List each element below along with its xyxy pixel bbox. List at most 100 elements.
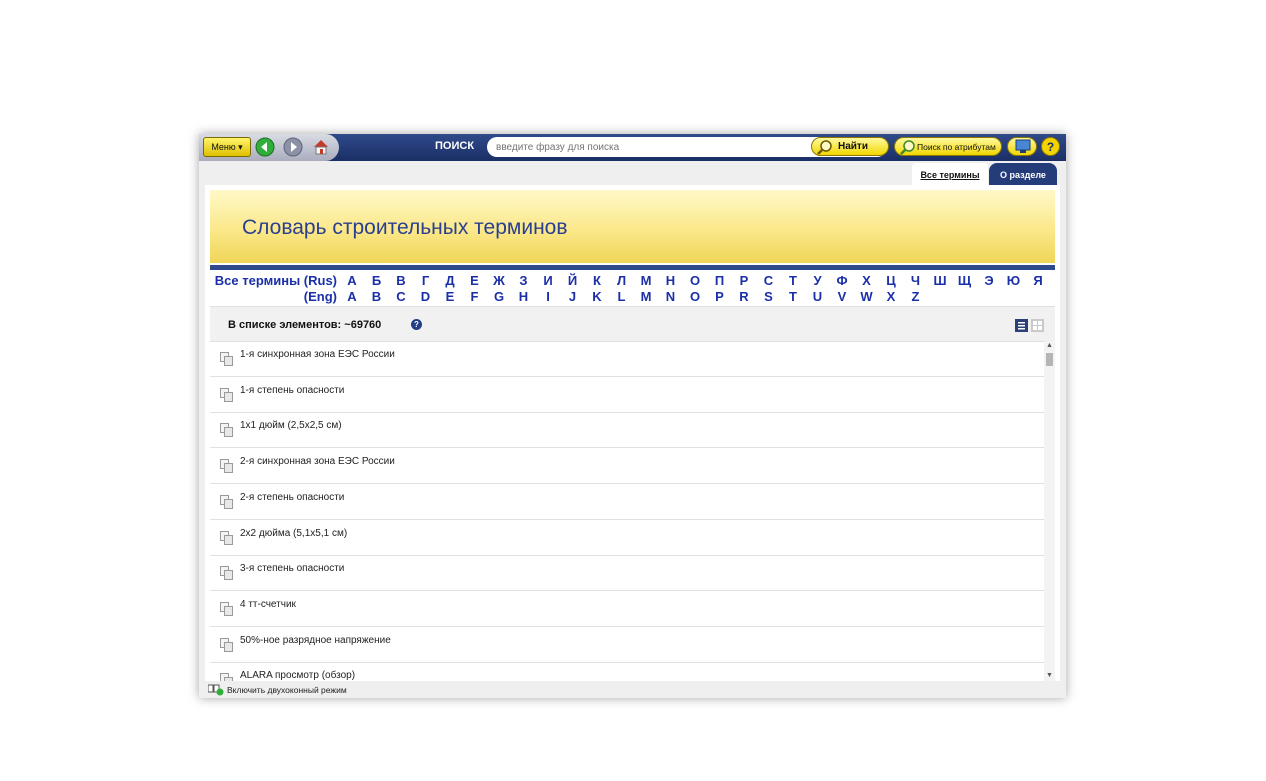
dictionary-banner: Словарь строительных терминов [210,190,1055,263]
letter-link[interactable]: М [641,273,652,288]
letter-link[interactable]: V [838,289,847,304]
letter-link[interactable]: Э [984,273,993,288]
letter-link[interactable]: O [690,289,700,304]
attribute-search-button[interactable]: Поиск по атрибутам [894,137,1002,156]
tab-about-section[interactable]: О разделе [989,163,1057,185]
screen-mode-button[interactable] [1007,137,1037,156]
list-item[interactable]: ALARA просмотр (обзор) [210,662,1044,681]
letter-link[interactable]: К [593,273,601,288]
letter-link[interactable]: Я [1033,273,1042,288]
letter-link[interactable]: L [618,289,626,304]
grid-view-icon[interactable] [1031,319,1044,332]
letter-link[interactable]: P [715,289,724,304]
home-icon [314,140,328,155]
find-button[interactable]: Найти [811,137,889,156]
document-icon [220,423,233,438]
letter-link[interactable]: H [519,289,528,304]
list-item-label: 4 тт-счетчик [240,598,296,610]
letter-link[interactable]: Щ [958,273,971,288]
letter-link[interactable]: Ш [933,273,946,288]
question-icon: ? [1047,140,1054,154]
letter-link[interactable]: F [471,289,479,304]
letter-link[interactable]: Б [372,273,381,288]
letter-link[interactable]: И [543,273,552,288]
list-view-icon[interactable] [1015,319,1028,332]
list-item[interactable]: 2-я синхронная зона ЕЭС России [210,448,1044,485]
letter-link[interactable]: Х [862,273,871,288]
list-item-label: 1-я степень опасности [240,384,345,396]
document-icon [220,459,233,474]
letter-link[interactable]: У [813,273,821,288]
letter-link[interactable]: В [396,273,405,288]
letter-link[interactable]: W [860,289,872,304]
letter-link[interactable]: Н [666,273,675,288]
list-item[interactable]: 1-я синхронная зона ЕЭС России [210,341,1044,377]
letter-link[interactable]: I [546,289,550,304]
back-arrow-icon [255,137,275,157]
letter-link[interactable]: Т [789,273,797,288]
letter-link[interactable]: N [666,289,675,304]
list-item[interactable]: 2х2 дюйма (5,1х5,1 см) [210,520,1044,556]
list-item-label: 1-я синхронная зона ЕЭС России [240,349,395,360]
help-button[interactable]: ? [1041,137,1060,156]
all-terms-eng-link[interactable]: (Eng) [304,289,337,304]
letter-link[interactable]: U [813,289,822,304]
attribute-search-label: Поиск по атрибутам [917,142,996,152]
letter-link[interactable]: K [592,289,601,304]
letter-link[interactable]: Ц [886,273,896,288]
svg-text:?: ? [1047,140,1054,154]
scroll-up-arrow[interactable]: ▲ [1044,341,1055,351]
all-terms-rus-link[interactable]: Все термины (Rus) [215,273,337,288]
monitor-icon [1015,139,1031,153]
letter-link[interactable]: X [887,289,896,304]
tab-all-terms[interactable]: Все термины [912,163,988,185]
list-item[interactable]: 50%-ное разрядное напряжение [210,627,1044,663]
letter-link[interactable]: А [347,273,356,288]
letter-link[interactable]: C [396,289,405,304]
letter-link[interactable]: E [446,289,455,304]
letter-link[interactable]: S [764,289,773,304]
letter-link[interactable]: Л [617,273,626,288]
list-item[interactable]: 1-я степень опасности [210,377,1044,413]
letter-link[interactable]: П [715,273,724,288]
letter-link[interactable]: О [690,273,700,288]
letter-link[interactable]: Г [422,273,429,288]
item-count: В списке элементов: ~69760 [228,319,382,331]
back-button[interactable] [255,137,275,157]
letter-link[interactable]: Р [740,273,749,288]
list-item[interactable]: 3-я степень опасности [210,555,1044,592]
letter-link[interactable]: D [421,289,430,304]
letter-link[interactable]: M [641,289,652,304]
letter-link[interactable]: J [569,289,576,304]
list-item[interactable]: 1х1 дюйм (2,5х2,5 см) [210,412,1044,449]
letter-link[interactable]: Й [568,273,577,288]
letter-link[interactable]: T [789,289,797,304]
forward-button[interactable] [283,137,303,157]
toolbar: Меню ▾ ПОИСК введите фразу для поиска На… [199,134,1066,161]
menu-button[interactable]: Меню ▾ [203,137,251,157]
scroll-down-arrow[interactable]: ▼ [1044,671,1055,681]
dual-window-toggle[interactable]: Включить двухоконный режим [227,685,347,695]
list-help-icon[interactable]: ? [411,319,422,330]
letter-link[interactable]: З [519,273,527,288]
list-scrollbar[interactable]: ▲ ▼ [1044,341,1055,681]
dual-window-icon[interactable] [208,684,224,696]
status-bar: Включить двухоконный режим [199,682,1066,698]
document-icon [220,673,233,681]
letter-link[interactable]: Ф [836,273,847,288]
letter-link[interactable]: G [494,289,504,304]
letter-link[interactable]: Ч [911,273,920,288]
letter-link[interactable]: Д [445,273,454,288]
letter-link[interactable]: R [739,289,748,304]
letter-link[interactable]: B [372,289,381,304]
letter-link[interactable]: С [764,273,773,288]
letter-link[interactable]: A [347,289,356,304]
letter-link[interactable]: Ю [1007,273,1020,288]
list-item[interactable]: 4 тт-счетчик [210,591,1044,627]
letter-link[interactable]: Е [470,273,479,288]
letter-link[interactable]: Ж [493,273,505,288]
letter-link[interactable]: Z [912,289,920,304]
scroll-thumb[interactable] [1046,353,1053,366]
list-item[interactable]: 2-я степень опасности [210,484,1044,520]
home-button[interactable] [311,137,331,157]
